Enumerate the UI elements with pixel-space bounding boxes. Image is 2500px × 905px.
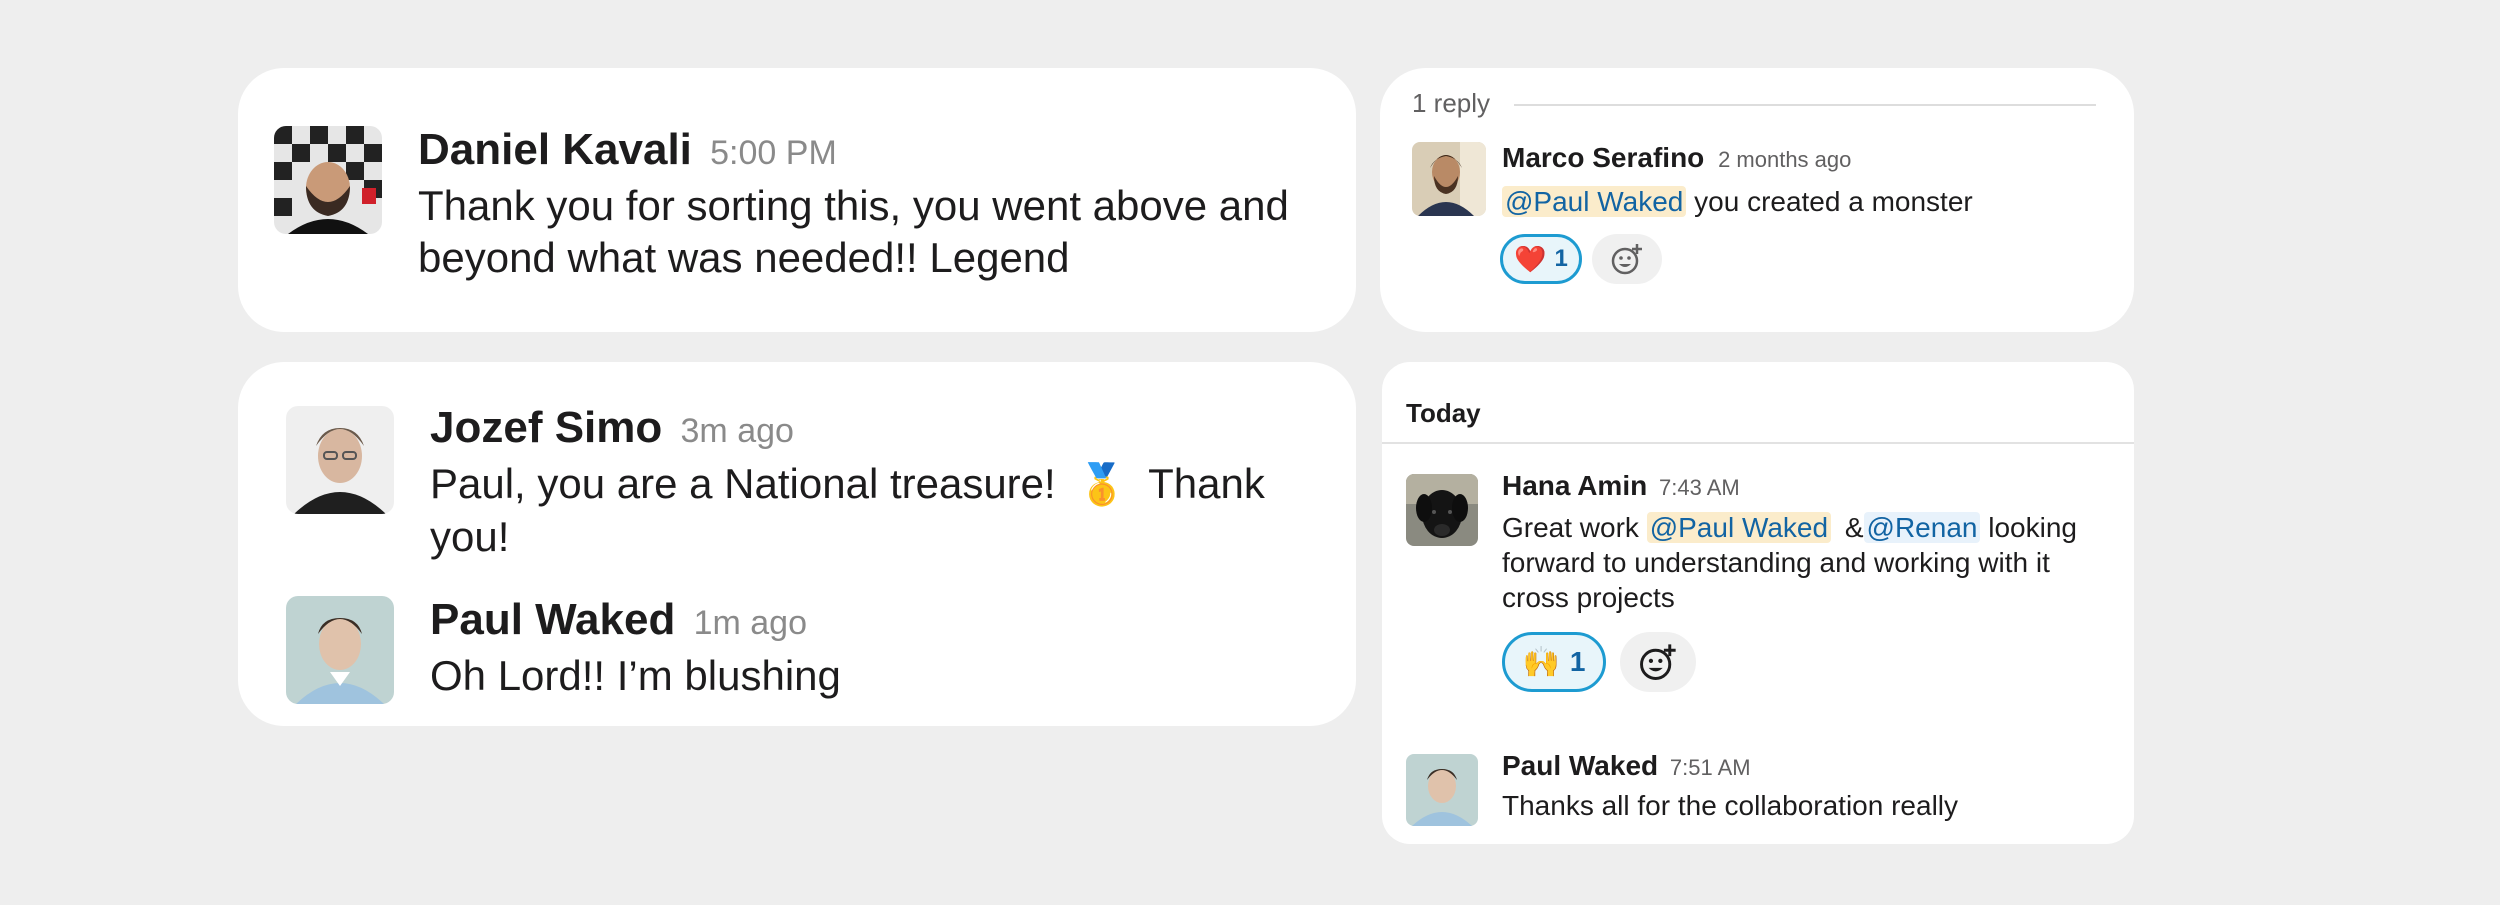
author-name[interactable]: Hana Amin xyxy=(1502,470,1647,501)
user-mention[interactable]: @Paul Waked xyxy=(1646,512,1832,543)
add-reaction-icon xyxy=(1640,644,1676,680)
medal-emoji-icon: 🥇 xyxy=(1077,463,1128,507)
thread-reply-card: 1 reply Marco Serafino 2 months ago @Pau… xyxy=(1380,68,2134,332)
message-line: Thank you for sorting this, you went abo… xyxy=(418,182,1289,229)
author-name[interactable]: Marco Serafino xyxy=(1502,142,1704,173)
message-card-jozef-paul: Jozef Simo 3m ago Paul, you are a Nation… xyxy=(238,362,1356,726)
message-text: @Paul Waked you created a monster xyxy=(1502,184,1973,220)
message-text: Thank you for sorting this, you went abo… xyxy=(418,180,1289,284)
heart-emoji-icon: ❤️ xyxy=(1514,243,1547,274)
add-reaction-icon xyxy=(1611,244,1642,275)
message-line: beyond what was needed!! Legend xyxy=(418,234,1070,281)
user-mention[interactable]: @Renan xyxy=(1863,512,1981,543)
message-text: Paul, you are a National treasure! 🥇 Tha… xyxy=(430,458,1265,563)
add-reaction-button[interactable] xyxy=(1620,632,1696,692)
message-line: forward to understanding and working wit… xyxy=(1502,547,2050,578)
reply-count[interactable]: 1 reply xyxy=(1412,88,1490,119)
message-text: Thanks all for the collaboration really xyxy=(1502,790,1959,821)
reply-divider xyxy=(1514,104,2096,106)
reaction-count: 1 xyxy=(1569,646,1586,677)
message-timestamp[interactable]: 2 months ago xyxy=(1718,147,1851,172)
avatar-jozef-simo[interactable] xyxy=(286,406,394,514)
message-text-span: looking xyxy=(1980,512,2077,543)
day-divider-label: Today xyxy=(1406,398,1481,428)
author-name[interactable]: Jozef Simo xyxy=(430,403,662,452)
author-name[interactable]: Paul Waked xyxy=(1502,750,1658,781)
day-divider-line xyxy=(1382,442,2134,444)
author-name[interactable]: Daniel Kavali xyxy=(418,125,692,174)
reaction-heart[interactable]: ❤️ 1 xyxy=(1500,234,1582,284)
user-mention[interactable]: @Paul Waked xyxy=(1502,186,1687,217)
avatar-daniel-kavali[interactable] xyxy=(274,126,382,234)
reaction-raised-hands[interactable]: 🙌 1 xyxy=(1502,632,1606,692)
message-timestamp[interactable]: 3m ago xyxy=(681,412,794,450)
message-line: you! xyxy=(430,513,510,560)
author-name[interactable]: Paul Waked xyxy=(430,595,675,644)
message-text-span: & xyxy=(1837,512,1864,543)
raised-hands-emoji-icon: 🙌 xyxy=(1522,645,1560,679)
avatar-paul-waked[interactable] xyxy=(1406,754,1478,826)
message-line: cross projects xyxy=(1502,582,1675,613)
message-timestamp[interactable]: 7:51 AM xyxy=(1670,755,1751,780)
message-text-span: Great work xyxy=(1502,512,1647,543)
avatar-marco-serafino[interactable] xyxy=(1412,142,1486,216)
message-text-span: Thank xyxy=(1148,460,1265,507)
avatar-paul-waked[interactable] xyxy=(286,596,394,704)
message-timestamp[interactable]: 5:00 PM xyxy=(710,134,837,172)
channel-card-today: Today Hana Amin 7:43 AM Great work @Paul… xyxy=(1382,362,2134,844)
reaction-count: 1 xyxy=(1554,245,1568,272)
message-timestamp[interactable]: 1m ago xyxy=(694,604,807,642)
message-timestamp[interactable]: 7:43 AM xyxy=(1659,475,1740,500)
message-card-daniel: Daniel Kavali 5:00 PM Thank you for sort… xyxy=(238,68,1356,332)
add-reaction-button[interactable] xyxy=(1592,234,1662,284)
avatar-hana-amin[interactable] xyxy=(1406,474,1478,546)
message-text-span: you created a monster xyxy=(1686,186,1973,217)
message-text-span: Paul, you are a National treasure! xyxy=(430,460,1056,507)
message-text: Great work @Paul Waked & @Renan looking f… xyxy=(1502,510,2077,615)
message-text: Oh Lord!! I’m blushing xyxy=(430,652,841,699)
